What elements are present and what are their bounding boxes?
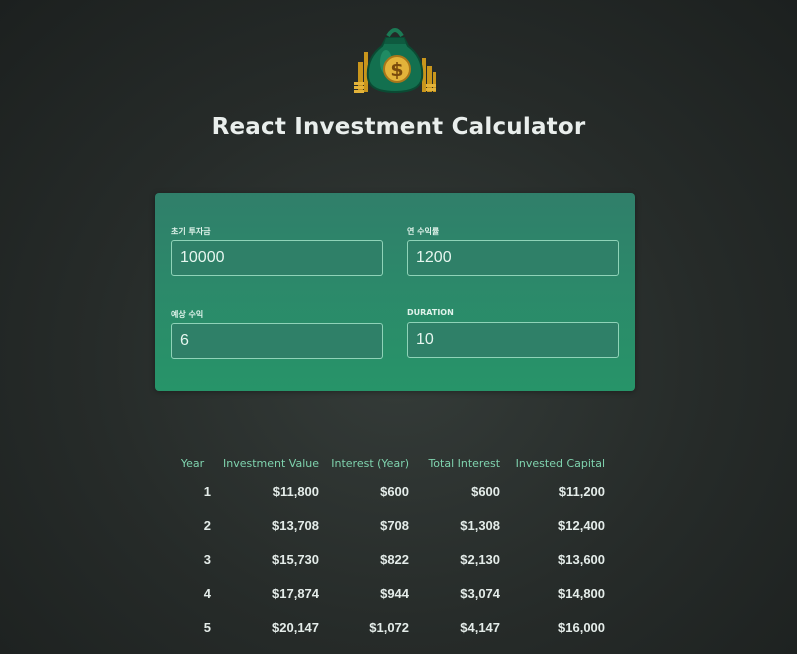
invested-capital-cell: $14,800 (558, 585, 606, 601)
duration-input[interactable] (407, 322, 619, 358)
duration-field: DURATION (407, 308, 619, 358)
total-interest-cell: $600 (471, 483, 501, 499)
results-table: Year Investment Value Interest (Year) To… (168, 452, 611, 644)
year-cell: 5 (203, 619, 211, 635)
annual-return-label: 연 수익률 (407, 227, 440, 236)
page-title: React Investment Calculator (211, 114, 586, 140)
column-header-year: Year (180, 456, 205, 470)
interest-year-cell: $600 (380, 483, 410, 499)
invested-capital-cell: $11,200 (558, 483, 606, 499)
total-interest-cell: $4,147 (460, 619, 501, 635)
annual-return-field: 연 수익률 (407, 226, 619, 276)
table-row: 1 $11,800 $600 $600 $11,200 (168, 474, 611, 508)
invested-capital-cell: $12,400 (558, 517, 606, 533)
interest-year-cell: $708 (380, 517, 410, 533)
expected-return-input[interactable] (171, 323, 383, 359)
year-cell: 2 (203, 517, 211, 533)
expected-return-field: 예상 수익 (171, 309, 383, 359)
total-interest-cell: $2,130 (460, 551, 501, 567)
table-row: 2 $13,708 $708 $1,308 $12,400 (168, 508, 611, 542)
year-cell: 3 (203, 551, 211, 567)
interest-year-cell: $822 (380, 551, 410, 567)
expected-return-label: 예상 수익 (171, 310, 204, 319)
investment-value-cell: $20,147 (272, 619, 320, 635)
column-header-invested-capital: Invested Capital (515, 456, 606, 470)
column-header-interest-year: Interest (Year) (331, 456, 410, 470)
total-interest-cell: $1,308 (460, 517, 501, 533)
column-header-total-interest: Total Interest (428, 456, 501, 470)
initial-investment-field: 초기 투자금 (171, 226, 383, 276)
svg-text:$: $ (390, 59, 403, 81)
initial-investment-input[interactable] (171, 240, 383, 276)
initial-investment-label: 초기 투자금 (171, 227, 211, 236)
investment-value-cell: $17,874 (272, 585, 320, 601)
investment-value-cell: $15,730 (272, 551, 320, 567)
money-bag-icon: $ (354, 28, 436, 94)
total-interest-cell: $3,074 (460, 585, 501, 601)
table-row: 4 $17,874 $944 $3,074 $14,800 (168, 576, 611, 610)
interest-year-cell: $1,072 (369, 619, 410, 635)
table-row: 5 $20,147 $1,072 $4,147 $16,000 (168, 610, 611, 644)
annual-return-input[interactable] (407, 240, 619, 276)
input-panel: 초기 투자금 연 수익률 예상 수익 DURATION (155, 193, 635, 391)
table-row: 3 $15,730 $822 $2,130 $13,600 (168, 542, 611, 576)
invested-capital-cell: $16,000 (558, 619, 606, 635)
year-cell: 4 (203, 585, 211, 601)
column-header-investment-value: Investment Value (223, 456, 320, 470)
investment-value-cell: $13,708 (272, 517, 320, 533)
year-cell: 1 (203, 483, 211, 499)
results-table-header: Year Investment Value Interest (Year) To… (168, 452, 611, 474)
interest-year-cell: $944 (380, 585, 410, 601)
investment-value-cell: $11,800 (272, 483, 320, 499)
invested-capital-cell: $13,600 (558, 551, 606, 567)
duration-label: DURATION (407, 308, 454, 317)
